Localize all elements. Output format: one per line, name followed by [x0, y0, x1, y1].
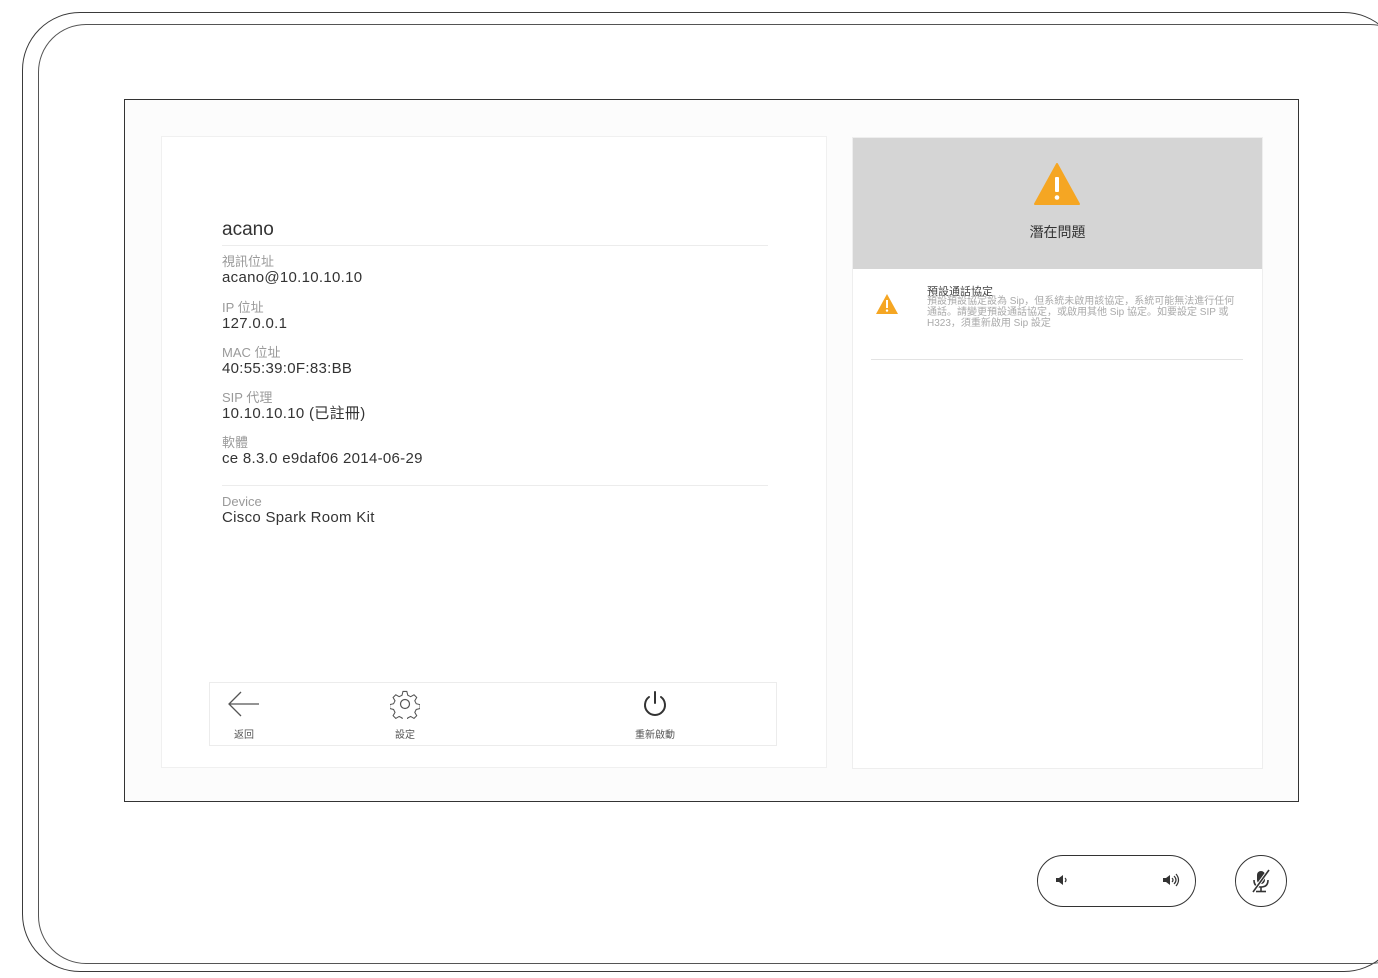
info-device: Device Cisco Spark Room Kit: [222, 494, 375, 527]
volume-down-button[interactable]: [1052, 870, 1072, 895]
info-sip-proxy: SIP 代理 10.10.10.10 (已註冊): [222, 390, 366, 423]
restart-label: 重新啟動: [635, 730, 675, 741]
settings-button[interactable]: 設定: [385, 689, 425, 741]
issue-description: 預設預設協定設為 Sip，但系統未啟用該協定，系統可能無法進行任何通話。請變更預…: [927, 296, 1235, 329]
warning-icon: [1034, 163, 1080, 205]
issue-item[interactable]: 預設通話協定 預設預設協定設為 Sip，但系統未啟用該協定，系統可能無法進行任何…: [871, 283, 1243, 360]
info-software: 軟體 ce 8.3.0 e9daf06 2014-06-29: [222, 435, 423, 468]
device-label: Device: [222, 494, 262, 509]
ip-address-value: 127.0.0.1: [222, 315, 288, 332]
video-address-label: 視訊位址: [222, 254, 275, 269]
power-icon: [644, 691, 666, 716]
gear-icon: [389, 690, 421, 723]
device-name: acano: [222, 219, 274, 240]
info-mac-address: MAC 位址 40:55:39:0F:83:BB: [222, 345, 352, 378]
volume-control: [1037, 855, 1196, 907]
back-label: 返回: [234, 730, 254, 741]
back-arrow-icon: [228, 691, 259, 717]
mac-address-label: MAC 位址: [222, 345, 281, 360]
warning-icon: [876, 294, 898, 314]
microphone-muted-icon: [1251, 868, 1271, 894]
volume-up-button[interactable]: [1160, 870, 1184, 895]
back-button[interactable]: 返回: [224, 689, 264, 741]
issues-title: 潛在問題: [1029, 224, 1086, 240]
software-value: ce 8.3.0 e9daf06 2014-06-29: [222, 450, 423, 467]
mute-button[interactable]: [1235, 855, 1287, 907]
sip-proxy-value: 10.10.10.10 (已註冊): [222, 405, 366, 422]
issues-header: 潛在問題: [853, 138, 1262, 269]
touch-screen: acano 視訊位址 acano@10.10.10.10 IP 位址 127.0…: [124, 99, 1299, 802]
info-ip-address: IP 位址 127.0.0.1: [222, 300, 287, 333]
info-video-address: 視訊位址 acano@10.10.10.10: [222, 254, 362, 287]
bottom-toolbar: 返回 設定 重新啟動: [209, 682, 777, 746]
ip-address-label: IP 位址: [222, 300, 264, 315]
volume-down-icon: [1056, 875, 1067, 885]
mac-address-value: 40:55:39:0F:83:BB: [222, 360, 353, 377]
divider: [222, 485, 768, 486]
device-value: Cisco Spark Room Kit: [222, 509, 375, 526]
system-info-panel: acano 視訊位址 acano@10.10.10.10 IP 位址 127.0…: [161, 136, 827, 768]
divider: [222, 245, 768, 246]
video-address-value: acano@10.10.10.10: [222, 269, 363, 286]
issues-panel: 潛在問題 預設通話協定 預設預設協定設為 Sip，但系統未啟用該協定，系統可能無…: [852, 137, 1263, 769]
sip-proxy-label: SIP 代理: [222, 390, 273, 405]
settings-label: 設定: [395, 730, 415, 741]
software-label: 軟體: [222, 435, 249, 450]
restart-button[interactable]: 重新啟動: [615, 689, 695, 741]
volume-up-icon: [1163, 873, 1180, 887]
